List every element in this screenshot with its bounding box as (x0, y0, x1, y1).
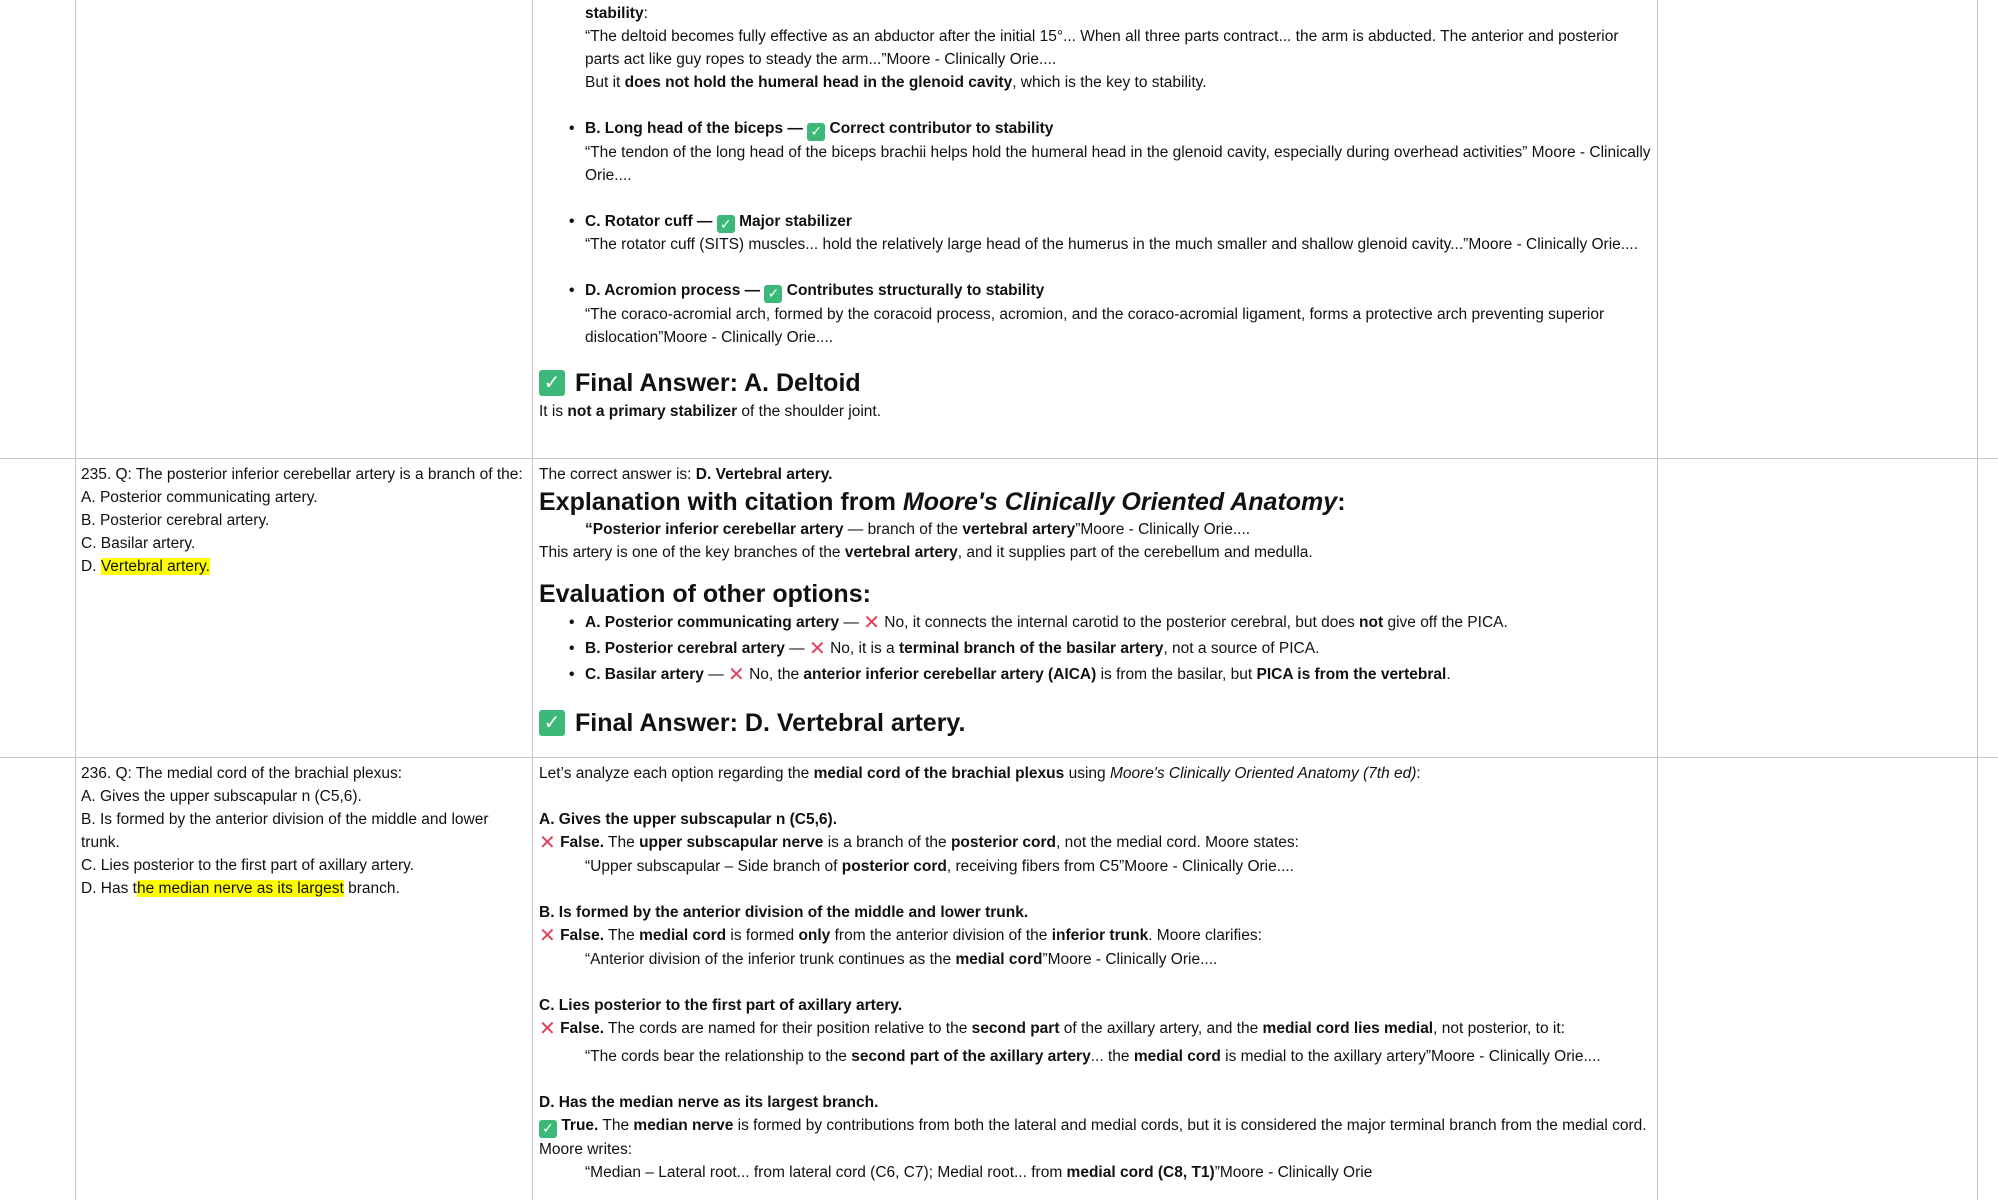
final-answer-deltoid: ✓ Final Answer: A. Deltoid (539, 366, 1651, 400)
option-d: D. Has the median nerve as its largest b… (81, 880, 400, 897)
answer-236-cell[interactable]: Let’s analyze each option regarding the … (539, 762, 1651, 1184)
final-answer-vertebral: ✓ Final Answer: D. Vertebral artery. (539, 706, 1651, 740)
citation-quote: “Posterior inferior cerebellar artery — … (585, 521, 1251, 538)
option-d-quote: “The coraco-acromial arch, formed by the… (585, 305, 1605, 346)
cross-icon: ✕ (539, 925, 556, 947)
option-a-analysis: ✕ False. The upper subscapular nerve is … (539, 832, 1299, 854)
option-b-quote: “Anterior division of the inferior trunk… (585, 951, 1218, 968)
option-a: A. Gives the upper subscapular n (C5,6). (81, 788, 362, 805)
stability-label: stability (585, 5, 644, 22)
question-235-cell[interactable]: 235. Q: The posterior inferior cerebella… (81, 463, 523, 578)
option-d-verdict: D. Acromion process — ✓ Contributes stru… (539, 279, 1651, 303)
cross-icon: ✕ (728, 664, 745, 686)
evaluation-a: A. Posterior communicating artery — ✕ No… (539, 610, 1651, 636)
explanation-heading: Explanation with citation from Moore's C… (539, 488, 1346, 516)
question-text: 236. Q: The medial cord of the brachial … (81, 765, 403, 782)
deltoid-quote: “The deltoid becomes fully effective as … (585, 28, 1619, 68)
check-icon: ✓ (716, 215, 735, 233)
option-a-heading: A. Gives the upper subscapular n (C5,6). (539, 811, 838, 828)
column-divider (1977, 0, 1978, 1200)
option-b: B. Posterior cerebral artery. (81, 512, 270, 529)
artery-note: This artery is one of the key branches o… (539, 544, 1313, 561)
option-d-heading: D. Has the median nerve as its largest b… (539, 1094, 879, 1111)
option-d-analysis: ✓ True. The median nerve is formed by co… (539, 1117, 1647, 1158)
check-icon: ✓ (807, 122, 826, 141)
row-divider (0, 757, 1998, 758)
highlighted-answer: he median nerve as its largest (136, 880, 344, 897)
cross-icon: ✕ (539, 832, 556, 854)
prev-answer-cell[interactable]: stability: “The deltoid becomes fully ef… (539, 2, 1651, 423)
option-c-heading: C. Lies posterior to the first part of a… (539, 997, 903, 1014)
cross-icon: ✕ (809, 638, 826, 660)
question-236-cell[interactable]: 236. Q: The medial cord of the brachial … (81, 762, 523, 900)
analysis-intro: Let’s analyze each option regarding the … (539, 765, 1421, 782)
option-a: A. Posterior communicating artery. (81, 489, 318, 506)
option-c: C. Basilar artery. (81, 535, 196, 552)
answer-235-cell[interactable]: The correct answer is: D. Vertebral arte… (539, 463, 1651, 740)
question-text: 235. Q: The posterior inferior cerebella… (81, 466, 523, 483)
correct-answer-line: The correct answer is: D. Vertebral arte… (539, 466, 833, 483)
option-d-quote: “Median – Lateral root... from lateral c… (585, 1163, 1373, 1181)
spreadsheet: stability: “The deltoid becomes fully ef… (0, 0, 1998, 1200)
option-c-quote: “The rotator cuff (SITS) muscles... hold… (585, 236, 1639, 253)
highlighted-answer: Vertebral artery. (100, 558, 210, 575)
cross-icon: ✕ (863, 612, 880, 634)
option-b-analysis: ✕ False. The medial cord is formed only … (539, 925, 1262, 947)
option-b: B. Is formed by the anterior division of… (81, 811, 489, 851)
evaluation-heading: Evaluation of other options: (539, 580, 871, 608)
column-divider (75, 0, 76, 1200)
column-divider (1657, 0, 1658, 1200)
option-d: D. Vertebral artery. (81, 558, 210, 575)
option-c: C. Lies posterior to the first part of a… (81, 857, 415, 874)
option-c-analysis: ✕ False. The cords are named for their p… (539, 1018, 1565, 1040)
deltoid-note: But it does not hold the humeral head in… (585, 74, 1207, 91)
column-divider (532, 0, 533, 1200)
option-b-heading: B. Is formed by the anterior division of… (539, 904, 1029, 921)
option-a-quote: “Upper subscapular – Side branch of post… (585, 858, 1294, 875)
option-c-verdict: C. Rotator cuff — ✓ Major stabilizer (539, 210, 1651, 233)
row-divider (0, 458, 1998, 459)
cross-icon: ✕ (539, 1018, 556, 1040)
option-b-verdict: B. Long head of the biceps — ✓ Correct c… (539, 117, 1651, 141)
option-b-quote: “The tendon of the long head of the bice… (585, 143, 1651, 184)
check-icon: ✓ (539, 369, 565, 396)
check-icon: ✓ (764, 284, 783, 303)
evaluation-b: B. Posterior cerebral artery — ✕ No, it … (539, 636, 1651, 662)
evaluation-c: C. Basilar artery — ✕ No, the anterior i… (539, 662, 1651, 688)
final-note: It is not a primary stabilizer of the sh… (539, 402, 882, 420)
option-c-quote: “The cords bear the relationship to the … (585, 1048, 1601, 1065)
check-icon: ✓ (539, 710, 565, 736)
check-icon: ✓ (539, 1119, 557, 1138)
